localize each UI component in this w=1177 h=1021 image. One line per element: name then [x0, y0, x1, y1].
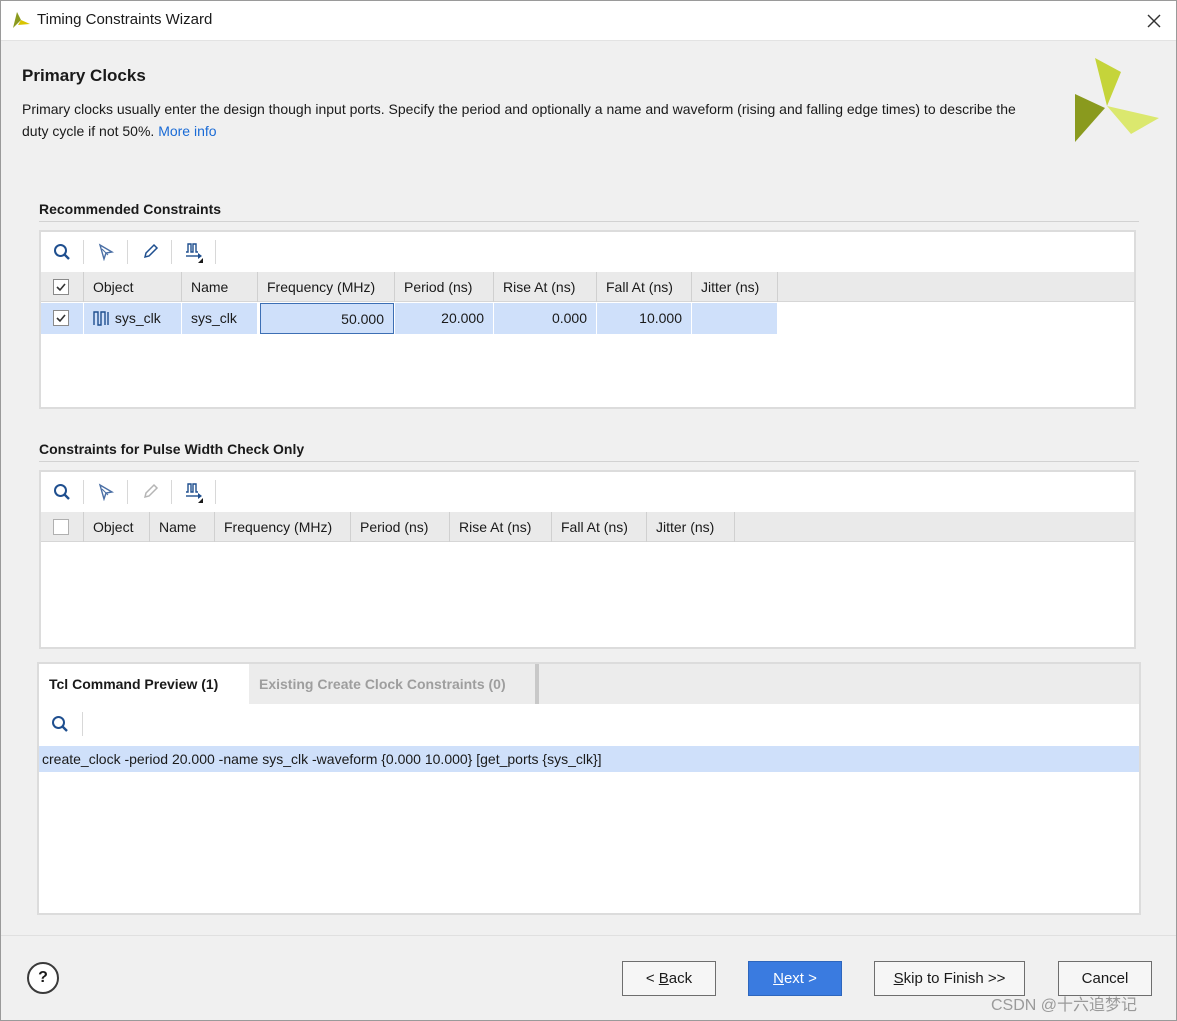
row-select-cell — [41, 303, 84, 334]
toolbar-separator — [215, 240, 216, 264]
search-icon — [52, 716, 68, 732]
page-header: Primary Clocks Primary clocks usually en… — [1, 42, 1176, 172]
search-button[interactable] — [47, 478, 77, 506]
waveform-menu-button[interactable] — [179, 238, 209, 266]
column-header-name[interactable]: Name — [182, 272, 258, 302]
select-all-header[interactable] — [41, 512, 84, 542]
table-toolbar — [41, 472, 1134, 512]
table-toolbar — [41, 232, 1134, 272]
back-button[interactable]: < Back — [622, 961, 716, 996]
select-cursor-icon — [98, 243, 115, 261]
column-header-fall-at[interactable]: Fall At (ns) — [597, 272, 692, 302]
vivado-app-icon — [13, 12, 30, 28]
column-header-jitter[interactable]: Jitter (ns) — [692, 272, 778, 302]
search-icon — [54, 244, 70, 260]
toolbar-separator — [82, 712, 83, 736]
period-cell[interactable]: 20.000 — [395, 303, 494, 334]
wizard-window: Timing Constraints Wizard Primary Clocks… — [0, 0, 1177, 1021]
column-header-rise-at[interactable]: Rise At (ns) — [494, 272, 597, 302]
section-divider — [39, 461, 1139, 462]
waveform-icon — [186, 243, 203, 263]
toolbar-separator — [83, 240, 84, 264]
column-header-period[interactable]: Period (ns) — [351, 512, 450, 542]
search-button[interactable] — [47, 238, 77, 266]
row-checkbox[interactable] — [53, 310, 69, 326]
select-all-header[interactable] — [41, 272, 84, 302]
table-header: Object Name Frequency (MHz) Period (ns) … — [41, 512, 1134, 542]
next-label: ext > — [783, 970, 817, 987]
back-label: ack — [668, 970, 693, 987]
table-row[interactable]: sys_clk sys_clk 50.000 20.000 0.000 10.0… — [41, 303, 778, 334]
close-icon — [1147, 14, 1161, 28]
pulse-width-table-panel: Object Name Frequency (MHz) Period (ns) … — [39, 470, 1136, 649]
skip-label: kip to Finish >> — [903, 970, 1006, 987]
object-cell: sys_clk — [84, 303, 182, 334]
toolbar-separator — [171, 240, 172, 264]
column-header-fall-at[interactable]: Fall At (ns) — [552, 512, 647, 542]
next-button[interactable]: Next > — [748, 961, 842, 996]
toolbar-separator — [127, 480, 128, 504]
waveform-icon — [186, 483, 203, 503]
checkmark-icon — [56, 283, 66, 292]
pulse-width-section-title: Constraints for Pulse Width Check Only — [39, 441, 305, 457]
watermark-text: CSDN @十六追梦记 — [991, 997, 1138, 1014]
title-bar: Timing Constraints Wizard — [1, 1, 1176, 41]
page-title: Primary Clocks — [22, 66, 146, 85]
select-objects-button[interactable] — [91, 478, 121, 506]
pencil-icon — [143, 483, 159, 499]
column-header-name[interactable]: Name — [150, 512, 215, 542]
toolbar-separator — [83, 480, 84, 504]
window-title: Timing Constraints Wizard — [37, 11, 213, 28]
tcl-preview-body: create_clock -period 20.000 -name sys_cl… — [39, 704, 1139, 913]
waveform-menu-button[interactable] — [179, 478, 209, 506]
column-header-jitter[interactable]: Jitter (ns) — [647, 512, 735, 542]
next-mnemonic: N — [773, 970, 784, 987]
toolbar-separator — [127, 240, 128, 264]
tcl-command-line[interactable]: create_clock -period 20.000 -name sys_cl… — [39, 746, 1139, 772]
help-button[interactable]: ? — [27, 962, 59, 994]
object-value: sys_clk — [114, 310, 161, 326]
back-prefix: < — [645, 970, 659, 987]
toolbar-separator — [171, 480, 172, 504]
frequency-cell[interactable]: 50.000 — [260, 303, 394, 334]
column-header-period[interactable]: Period (ns) — [395, 272, 494, 302]
jitter-cell[interactable] — [692, 303, 778, 334]
skip-mnemonic: S — [893, 970, 904, 987]
back-mnemonic: B — [658, 970, 669, 987]
rise-at-cell[interactable]: 0.000 — [494, 303, 597, 334]
tcl-tabs-panel: Tcl Command Preview (1) Existing Create … — [37, 662, 1141, 915]
page-description: Primary clocks usually enter the design … — [22, 98, 1042, 142]
vivado-logo — [1075, 58, 1159, 142]
column-header-frequency[interactable]: Frequency (MHz) — [258, 272, 395, 302]
recommended-section-title: Recommended Constraints — [39, 201, 222, 217]
select-objects-button[interactable] — [91, 238, 121, 266]
table-header: Object Name Frequency (MHz) Period (ns) … — [41, 272, 1134, 302]
pencil-icon — [143, 243, 159, 259]
tab-existing-create-clock[interactable]: Existing Create Clock Constraints (0) — [249, 664, 539, 704]
section-divider — [39, 221, 1139, 222]
search-icon — [54, 484, 70, 500]
checkmark-icon — [56, 314, 66, 323]
select-cursor-icon — [98, 483, 115, 501]
tab-tcl-command-preview[interactable]: Tcl Command Preview (1) — [39, 664, 249, 704]
clock-port-icon — [93, 311, 109, 326]
more-info-link[interactable]: More info — [158, 123, 216, 139]
recommended-table-panel: Object Name Frequency (MHz) Period (ns) … — [39, 230, 1136, 409]
edit-button[interactable] — [135, 238, 165, 266]
search-button[interactable] — [45, 710, 75, 738]
column-header-rise-at[interactable]: Rise At (ns) — [450, 512, 552, 542]
fall-at-cell[interactable]: 10.000 — [597, 303, 692, 334]
toolbar-separator — [215, 480, 216, 504]
edit-button-disabled — [135, 478, 165, 506]
column-header-object[interactable]: Object — [84, 512, 150, 542]
footer-divider — [1, 935, 1176, 936]
select-all-checkbox[interactable] — [53, 279, 69, 295]
name-cell[interactable]: sys_clk — [182, 303, 258, 334]
select-all-checkbox[interactable] — [53, 519, 69, 535]
close-button[interactable] — [1142, 9, 1166, 33]
column-header-object[interactable]: Object — [84, 272, 182, 302]
column-header-frequency[interactable]: Frequency (MHz) — [215, 512, 351, 542]
